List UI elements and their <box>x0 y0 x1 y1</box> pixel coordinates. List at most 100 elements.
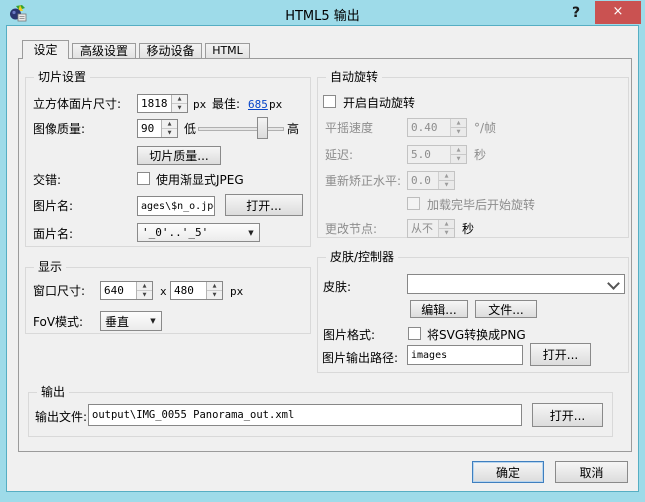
face-name-value: '_0'..'_5' <box>138 226 243 239</box>
group-title: 切片设置 <box>34 70 90 85</box>
spin-down-icon[interactable]: ▼ <box>207 291 222 299</box>
cancel-button[interactable]: 取消 <box>555 461 628 483</box>
quality-high-label: 高 <box>287 122 299 136</box>
group-title: 自动旋转 <box>326 70 382 85</box>
window-height-spinner[interactable]: 480 ▲▼ <box>170 281 223 300</box>
titlebar: HTML5 输出 ? × <box>0 0 645 26</box>
delay-spinner: 5.0 ▲▼ <box>407 145 467 164</box>
window-width-spinner[interactable]: 640 ▲▼ <box>100 281 153 300</box>
spin-down-icon: ▼ <box>451 155 466 163</box>
help-button[interactable]: ? <box>564 3 588 23</box>
spin-up-icon[interactable]: ▲ <box>207 282 222 291</box>
relevel-spinner: 0.0 ▲▼ <box>407 171 455 190</box>
face-name-dropdown[interactable]: '_0'..'_5' ▼ <box>137 223 260 242</box>
fov-mode-label: FoV模式: <box>33 315 83 329</box>
skin-label: 皮肤: <box>323 280 351 294</box>
spin-up-icon[interactable]: ▲ <box>137 282 152 291</box>
delay-label: 延迟: <box>325 148 353 162</box>
start-after-load-label: 加载完毕后开始旋转 <box>427 198 535 212</box>
dropdown-arrow-icon: ▼ <box>145 317 161 325</box>
cube-size-value: 1818 <box>138 95 171 112</box>
spinner-buttons: ▲▼ <box>450 119 466 136</box>
spinner-buttons[interactable]: ▲▼ <box>136 282 152 299</box>
enable-auto-rotate-checkbox[interactable] <box>323 95 336 108</box>
spin-up-icon: ▲ <box>439 172 454 181</box>
quality-value: 90 <box>138 120 161 137</box>
pan-speed-spinner: 0.40 ▲▼ <box>407 118 467 137</box>
tab-html[interactable]: HTML <box>205 43 250 58</box>
group-title: 输出 <box>37 385 69 400</box>
image-output-path-open-button[interactable]: 打开... <box>530 343 591 366</box>
progressive-jpeg-label: 使用渐显式JPEG <box>156 173 244 187</box>
window-size-label: 窗口尺寸: <box>33 284 85 298</box>
dropdown-arrow-icon: ▼ <box>243 229 259 237</box>
best-size-link[interactable]: 685 <box>248 98 268 112</box>
spin-down-icon: ▼ <box>451 128 466 136</box>
spin-down-icon: ▼ <box>439 229 454 237</box>
image-output-path-value: images <box>411 350 447 361</box>
svg-to-png-label: 将SVG转换成PNG <box>427 328 526 342</box>
delay-value: 5.0 <box>408 146 450 163</box>
spin-up-icon: ▲ <box>451 146 466 155</box>
relevel-label: 重新矫正水平: <box>325 174 401 188</box>
tab-mobile[interactable]: 移动设备 <box>139 43 202 58</box>
output-file-open-button[interactable]: 打开... <box>532 403 603 427</box>
change-node-unit: 秒 <box>462 222 474 236</box>
pan-speed-value: 0.40 <box>408 119 450 136</box>
spin-down-icon[interactable]: ▼ <box>137 291 152 299</box>
group-title: 显示 <box>34 260 66 275</box>
group-title: 皮肤/控制器 <box>326 250 398 265</box>
dialog-window: HTML5 输出 ? × 设定 高级设置 移动设备 HTML 切片设置 立方体面… <box>0 0 645 502</box>
chevron-down-icon <box>607 277 620 290</box>
output-file-input[interactable]: output\IMG_0055 Panorama_out.xml <box>88 404 522 426</box>
delay-unit: 秒 <box>474 148 486 162</box>
spinner-buttons[interactable]: ▲▼ <box>161 120 177 137</box>
change-node-spinner: 从不 ▲▼ <box>407 219 455 238</box>
image-output-path-input[interactable]: images <box>407 345 523 365</box>
best-label: 最佳: <box>212 97 240 111</box>
close-icon: × <box>613 4 624 19</box>
spin-down-icon[interactable]: ▼ <box>172 104 187 112</box>
pan-speed-unit: °/帧 <box>474 121 496 135</box>
image-name-input[interactable]: ages\$n_o.jpg <box>137 196 215 216</box>
spin-up-icon[interactable]: ▲ <box>162 120 177 129</box>
spin-down-icon: ▼ <box>439 181 454 189</box>
change-node-label: 更改节点: <box>325 222 377 236</box>
quality-label: 图像质量: <box>33 122 85 136</box>
quality-low-label: 低 <box>184 122 196 136</box>
progressive-jpeg-checkbox[interactable] <box>137 172 150 185</box>
window-width-value: 640 <box>101 282 136 299</box>
image-name-value: ages\$n_o.jpg <box>141 201 215 212</box>
times-label: x <box>160 285 167 299</box>
spin-up-icon: ▲ <box>451 119 466 128</box>
pan-speed-label: 平摇速度 <box>325 121 373 135</box>
quality-slider-handle[interactable] <box>257 117 268 139</box>
tab-settings[interactable]: 设定 <box>22 40 69 59</box>
spin-up-icon: ▲ <box>439 220 454 229</box>
enable-auto-rotate-label: 开启自动旋转 <box>343 96 415 110</box>
spin-up-icon[interactable]: ▲ <box>172 95 187 104</box>
ok-button[interactable]: 确定 <box>472 461 544 483</box>
image-name-open-button[interactable]: 打开... <box>225 194 303 216</box>
tile-quality-button[interactable]: 切片质量... <box>137 146 221 165</box>
skin-edit-button[interactable]: 编辑... <box>410 300 468 318</box>
image-output-path-label: 图片输出路径: <box>322 351 398 365</box>
start-after-load-checkbox <box>407 197 420 210</box>
window-height-value: 480 <box>171 282 206 299</box>
output-file-label: 输出文件: <box>35 410 87 424</box>
cube-size-spinner[interactable]: 1818 ▲▼ <box>137 94 188 113</box>
svg-to-png-checkbox[interactable] <box>408 327 421 340</box>
spinner-buttons[interactable]: ▲▼ <box>171 95 187 112</box>
spinner-buttons[interactable]: ▲▼ <box>206 282 222 299</box>
close-button[interactable]: × <box>595 1 641 24</box>
skin-file-button[interactable]: 文件... <box>475 300 537 318</box>
tab-advanced[interactable]: 高级设置 <box>72 43 136 58</box>
spinner-buttons: ▲▼ <box>438 220 454 237</box>
window-title: HTML5 输出 <box>0 5 645 24</box>
quality-slider-track[interactable] <box>198 127 284 131</box>
skin-combobox[interactable] <box>407 274 625 294</box>
spin-down-icon[interactable]: ▼ <box>162 129 177 137</box>
fov-mode-dropdown[interactable]: 垂直 ▼ <box>100 311 162 331</box>
quality-spinner[interactable]: 90 ▲▼ <box>137 119 178 138</box>
change-node-value: 从不 <box>408 220 438 237</box>
